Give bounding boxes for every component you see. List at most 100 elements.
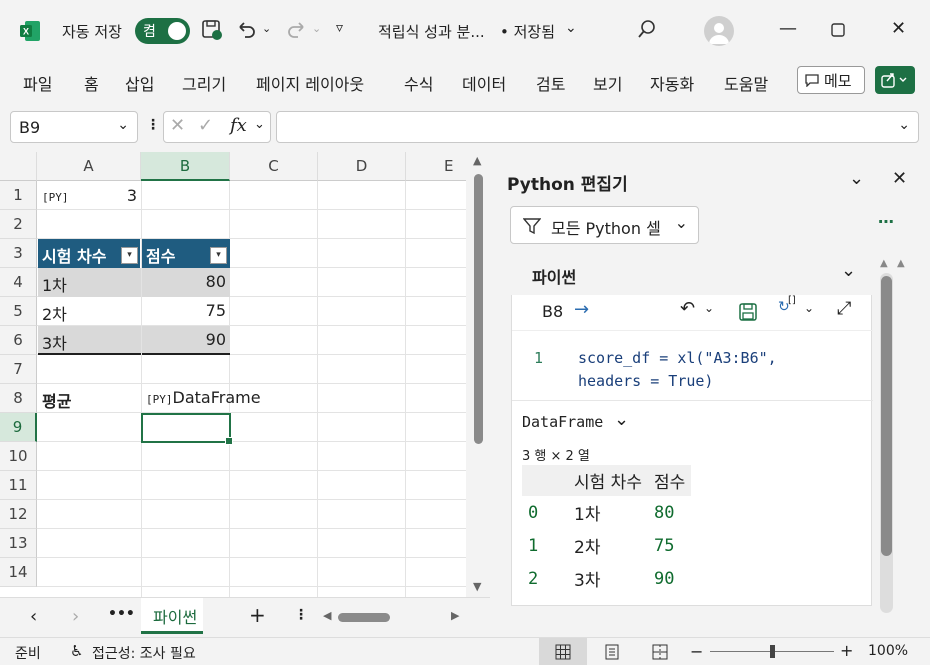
more-options-icon[interactable]: ⋮ <box>146 117 160 133</box>
redo-icon[interactable] <box>284 18 308 42</box>
chevron-down-icon[interactable]: ⌄ <box>614 409 629 430</box>
minimize-icon[interactable]: — <box>779 18 797 39</box>
tab-page-layout[interactable]: 페이지 레이아웃 <box>256 71 364 95</box>
cancel-icon[interactable]: ✕ <box>170 115 185 136</box>
document-title[interactable]: 적립식 성과 분... <box>378 21 485 42</box>
page-layout-icon[interactable] <box>604 644 620 660</box>
scroll-thumb[interactable] <box>474 174 483 444</box>
name-box[interactable]: B9 ⌄ <box>10 111 138 143</box>
customize-toolbar-icon[interactable]: ▿ <box>336 20 343 36</box>
expand-icon[interactable]: ⤢ <box>837 298 851 319</box>
row-header-6[interactable]: 6 <box>0 326 37 355</box>
row-header-4[interactable]: 4 <box>0 268 37 297</box>
zoom-level[interactable]: 100% <box>868 643 908 659</box>
close-icon[interactable]: ✕ <box>891 18 906 39</box>
python-cell-card[interactable]: B8 → ↶ ⌄ ↻ [] ⌄ ⤢ 1 score_df = xl("A3:B6… <box>511 295 873 606</box>
filter-dropdown-icon[interactable]: ▾ <box>210 247 227 264</box>
tab-help[interactable]: 도움말 <box>724 71 768 95</box>
row-header-14[interactable]: 14 <box>0 558 37 587</box>
insert-function-icon[interactable]: fx <box>230 115 247 136</box>
column-header-d[interactable]: D <box>318 152 406 181</box>
zoom-in-icon[interactable]: + <box>840 641 853 660</box>
scroll-up-icon[interactable]: ▲ <box>473 154 481 167</box>
row-header-5[interactable]: 5 <box>0 297 37 326</box>
go-to-cell-icon[interactable]: → <box>574 299 589 320</box>
normal-view-button[interactable] <box>539 638 587 665</box>
prev-sheet-icon[interactable]: ‹ <box>30 606 37 627</box>
scroll-left-icon[interactable]: ◀ <box>323 609 331 622</box>
undo-icon[interactable]: ↶ <box>680 298 695 319</box>
save-status[interactable]: • 저장됨 <box>500 21 555 42</box>
tab-file[interactable]: 파일 <box>23 71 52 95</box>
accessibility-status[interactable]: 접근성: 조사 필요 <box>92 643 196 663</box>
zoom-out-icon[interactable]: − <box>690 642 703 661</box>
cell-a4[interactable]: 1차 <box>38 268 141 297</box>
table-header-exam[interactable]: 시험 차수 ▾ <box>38 239 141 268</box>
python-cell-filter[interactable]: 모든 Python 셀 ⌄ <box>510 206 699 244</box>
worksheet-grid[interactable]: A B C D E 1 2 3 4 5 6 7 8 9 10 11 12 13 … <box>0 152 466 597</box>
cell-reference[interactable]: B8 <box>542 302 563 321</box>
row-header-12[interactable]: 12 <box>0 500 37 529</box>
cell-a8[interactable]: 평균 <box>38 384 141 413</box>
pane-options-icon[interactable]: ⌄ <box>849 168 864 189</box>
cell-b8[interactable]: [PY]DataFrame <box>142 384 272 413</box>
filter-dropdown-icon[interactable]: ▾ <box>121 247 138 264</box>
more-sheets-icon[interactable]: ••• <box>108 606 135 622</box>
tab-automate[interactable]: 자동화 <box>650 71 694 95</box>
row-header-2[interactable]: 2 <box>0 210 37 239</box>
select-all-corner[interactable] <box>0 152 37 181</box>
cell-a6[interactable]: 3차 <box>38 326 141 355</box>
page-break-icon[interactable] <box>652 644 668 660</box>
sheet-options-icon[interactable]: ⋮ <box>294 607 308 623</box>
tab-insert[interactable]: 삽입 <box>125 71 154 95</box>
autosave-toggle[interactable]: 켬 <box>135 18 190 44</box>
row-header-7[interactable]: 7 <box>0 355 37 384</box>
tab-formulas[interactable]: 수식 <box>404 71 433 95</box>
active-cell-b9[interactable] <box>141 413 233 445</box>
output-dropdown-icon[interactable]: ⌄ <box>804 301 814 315</box>
row-header-3[interactable]: 3 <box>0 239 37 268</box>
vertical-scrollbar[interactable]: ▲ ▼ <box>470 152 488 597</box>
enter-icon[interactable]: ✓ <box>198 115 213 136</box>
sheet-tab-active[interactable]: 파이썬 <box>141 598 203 634</box>
save-icon[interactable] <box>739 303 757 321</box>
more-options-icon[interactable]: ⋯ <box>878 212 894 231</box>
scroll-up-icon[interactable]: ▲ <box>897 258 905 269</box>
code-line-2[interactable]: headers = True) <box>578 372 713 390</box>
comments-button[interactable]: 메모 <box>797 66 865 94</box>
tab-home[interactable]: 홈 <box>84 71 99 95</box>
scroll-up-icon[interactable]: ▲ <box>880 258 888 269</box>
cell-b5[interactable]: 75 <box>142 297 230 326</box>
tab-review[interactable]: 검토 <box>536 71 565 95</box>
scroll-right-icon[interactable]: ▶ <box>451 609 459 622</box>
row-header-11[interactable]: 11 <box>0 471 37 500</box>
cell-a1[interactable]: [PY] 3 <box>38 182 141 211</box>
zoom-slider-thumb[interactable] <box>770 645 775 658</box>
scroll-thumb[interactable] <box>881 276 892 556</box>
title-dropdown-icon[interactable]: ⌄ <box>565 20 577 36</box>
output-type-label[interactable]: DataFrame <box>522 413 603 431</box>
add-sheet-icon[interactable]: + <box>249 603 266 627</box>
scroll-down-icon[interactable]: ▼ <box>473 580 481 593</box>
formula-input[interactable]: ⌄ <box>276 111 919 143</box>
row-header-1[interactable]: 1 <box>0 181 37 210</box>
undo-icon[interactable] <box>235 18 259 42</box>
column-header-a[interactable]: A <box>37 152 141 181</box>
pane-scrollbar[interactable]: ▲ ▲ <box>877 256 905 616</box>
column-header-e[interactable]: E <box>406 152 466 181</box>
save-icon[interactable] <box>200 18 224 42</box>
horizontal-scroll-thumb[interactable] <box>338 613 390 622</box>
column-header-b[interactable]: B <box>141 152 230 181</box>
undo-dropdown-icon[interactable]: ⌄ <box>262 22 271 35</box>
cell-a5[interactable]: 2차 <box>38 297 141 326</box>
fx-dropdown-icon[interactable]: ⌄ <box>254 117 265 132</box>
avatar[interactable] <box>704 16 734 46</box>
table-header-score[interactable]: 점수 ▾ <box>142 239 230 268</box>
close-pane-icon[interactable]: ✕ <box>892 168 907 189</box>
tab-data[interactable]: 데이터 <box>462 71 506 95</box>
maximize-icon[interactable] <box>831 23 845 37</box>
cell-b6[interactable]: 90 <box>142 326 230 355</box>
row-header-9[interactable]: 9 <box>0 413 37 442</box>
expand-formula-icon[interactable]: ⌄ <box>898 117 910 133</box>
collapse-section-icon[interactable]: ⌄ <box>841 260 856 281</box>
